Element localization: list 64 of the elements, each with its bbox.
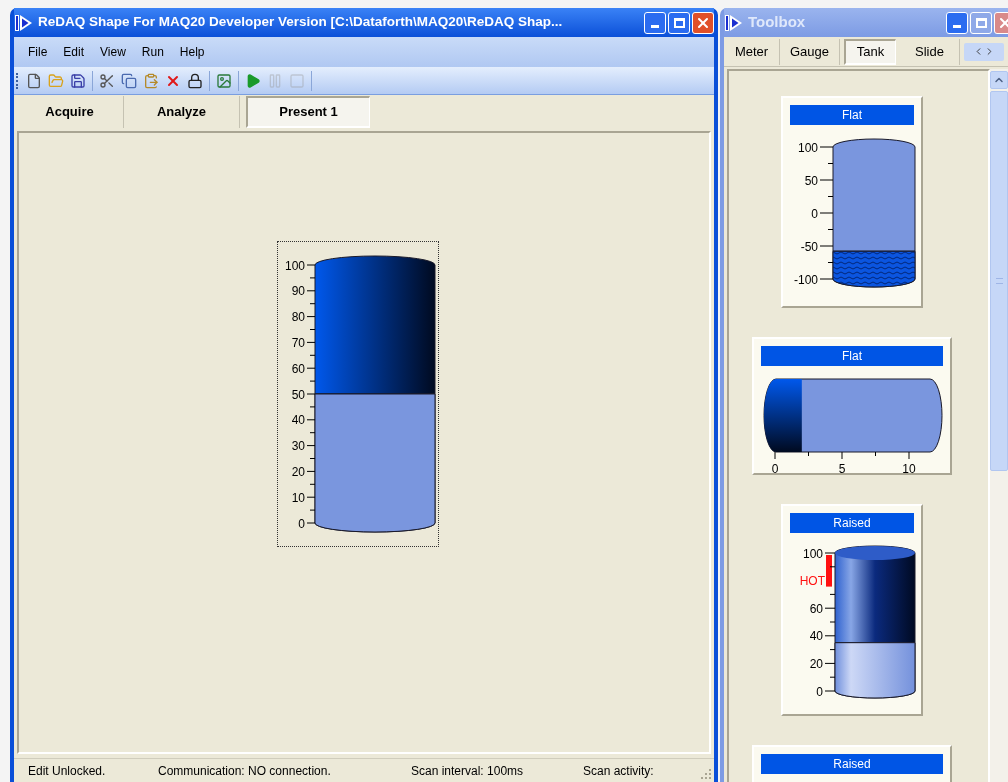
alarm-band [826,555,832,587]
scale-label: 50 [804,173,818,188]
scale-label: 5 [838,462,846,476]
tab-scroll-buttons[interactable] [964,42,1004,61]
menu-item[interactable]: Run [133,41,172,63]
tank-preview-card[interactable]: Raised [752,745,952,782]
scale-label: 70 [291,335,305,350]
app-logo-icon [15,14,33,31]
status-text: Scan activity: [583,762,654,780]
window-title: Toolbox [748,12,807,33]
menu-item[interactable]: Help [171,41,213,63]
tank-preview-card[interactable]: Flat 100 50 0 -50 -100 [781,96,923,308]
scale-label: -100 [793,272,818,287]
scale-label: 80 [291,310,305,325]
scale-label: 60 [291,361,305,376]
status-text: Scan interval: 100ms [411,762,525,780]
scale-label: 0 [816,684,823,699]
card-title: Raised [761,754,943,774]
scale-label: 10 [291,490,305,505]
scale-label: 90 [291,284,305,299]
status-text: Edit Unlocked. [28,762,107,780]
tab[interactable]: Gauge [780,38,840,65]
tab[interactable]: Acquire [16,96,124,128]
scroll-thumb[interactable] [990,91,1008,471]
window-title: ReDAQ Shape For MAQ20 Developer Version [C:\Dataforth\MAQ20\ReDAQ Shap... [38,13,564,32]
card-title: Flat [790,105,914,125]
scale-label: 10 [902,462,916,476]
scale-label: 100 [284,258,305,273]
scale-label: 40 [809,629,823,644]
tab[interactable]: Meter [724,38,780,65]
scale-label: 30 [291,439,305,454]
scale-label: 40 [291,413,305,428]
scale-label: 20 [809,656,823,671]
scale-label: 100 [797,140,818,155]
scale-label: 100 [802,546,823,561]
maximize-button[interactable] [668,11,690,34]
scale-label: 20 [291,464,305,479]
scale-label: -50 [800,239,818,254]
scale-label: 0 [771,462,779,476]
app-logo-icon [725,14,743,31]
minimize-button[interactable] [946,11,968,34]
alarm-label: HOT [799,574,825,589]
menu-item[interactable]: View [92,41,134,63]
toolbar-grip-icon [16,72,19,89]
tank-preview-card[interactable]: Flat 0 5 10 [752,337,952,475]
minimize-button[interactable] [644,11,666,34]
scale-label: 60 [809,601,823,616]
menu-item[interactable]: Edit [55,41,93,63]
maximize-button[interactable] [970,11,992,34]
scale-label: 0 [811,206,818,221]
menu-item[interactable]: File [20,41,56,63]
card-title: Raised [790,513,914,533]
status-text: Communication: NO connection. [158,762,332,780]
tank-widget[interactable]: 100 90 80 70 60 50 40 30 20 10 0 [277,241,439,547]
tab[interactable]: Tank [844,38,896,65]
tab[interactable]: Slide [900,38,960,65]
tank-preview-card[interactable]: Raised 100 HOT 60 40 20 0 [781,504,923,716]
resize-grip-icon [700,768,712,780]
tab[interactable]: Present 1 [246,96,370,128]
tab[interactable]: Analyze [124,96,240,128]
scale-label: 50 [291,387,305,402]
scrollbar[interactable] [990,69,1008,782]
scale-label: 0 [298,516,305,531]
card-title: Flat [761,346,943,366]
